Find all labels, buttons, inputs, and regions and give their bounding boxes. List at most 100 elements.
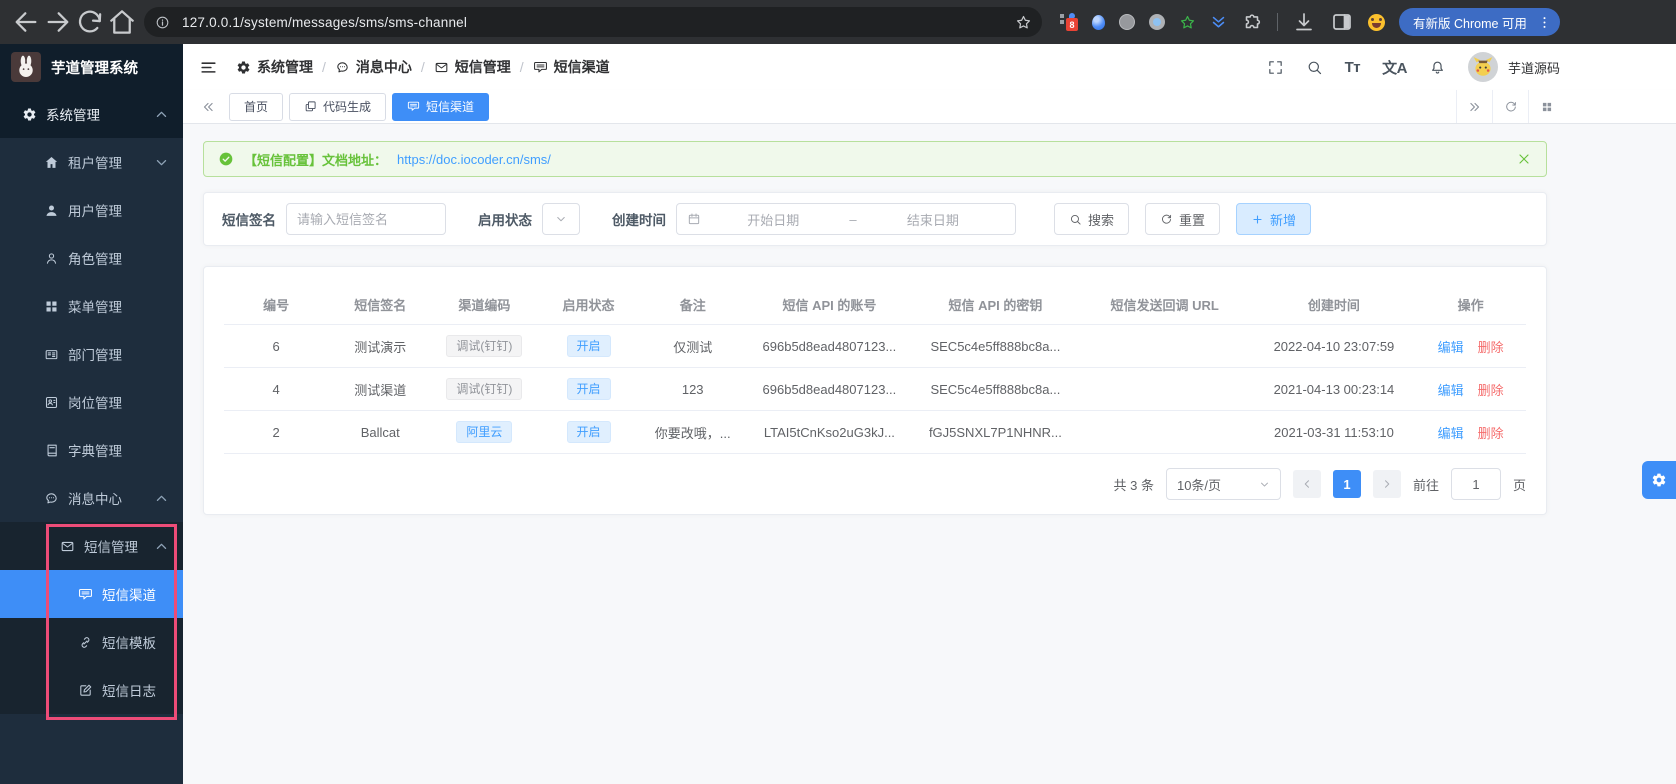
cell-ops: 编辑 删除: [1415, 367, 1526, 411]
add-button-label: 新增: [1270, 212, 1297, 228]
sidebar-item-user[interactable]: 用户管理: [0, 186, 183, 234]
sidebar-item-message-center[interactable]: 消息中心: [0, 474, 183, 522]
log-icon: [78, 683, 93, 698]
sidebar-item-label: 短信模板: [102, 636, 156, 651]
sidebar-item-role[interactable]: 角色管理: [0, 234, 183, 282]
sidebar-item-menu[interactable]: 菜单管理: [0, 282, 183, 330]
prev-page-icon[interactable]: [1292, 470, 1321, 498]
table-row: 2 Ballcat 阿里云 开启 你要改哦，... LTAI5tCnKso2uG3kJ..…: [224, 410, 1526, 454]
search-button[interactable]: 搜索: [1054, 203, 1130, 235]
edit-link[interactable]: 编辑: [1438, 340, 1464, 355]
tab-home[interactable]: 首页: [229, 92, 284, 121]
extension-balloon-icon[interactable]: [1092, 14, 1105, 30]
extension-dot-icon[interactable]: [1149, 14, 1165, 30]
delete-link[interactable]: 删除: [1478, 383, 1504, 398]
tabs-layout-icon[interactable]: [1528, 90, 1564, 123]
chrome-update-label: 有新版 Chrome 可用: [1413, 16, 1527, 31]
sidebar-item-dict[interactable]: 字典管理: [0, 426, 183, 474]
reset-button[interactable]: 重置: [1145, 203, 1221, 235]
date-range-picker[interactable]: 开始日期 – 结束日期: [676, 203, 1016, 235]
breadcrumb-item[interactable]: 短信管理: [434, 57, 511, 77]
sidebar-item-system[interactable]: 系统管理: [0, 90, 183, 138]
sidebar-item-post[interactable]: 岗位管理: [0, 378, 183, 426]
next-page-icon[interactable]: [1372, 470, 1401, 498]
hamburger-icon[interactable]: [199, 58, 218, 77]
extension-globe-icon[interactable]: [1119, 14, 1135, 30]
app-title: 芋道管理系统: [51, 60, 138, 77]
sidebar-item-dept[interactable]: 部门管理: [0, 330, 183, 378]
alert-doc-link[interactable]: https://doc.iocoder.cn/sms/: [397, 152, 551, 167]
tab-label: 代码生成: [323, 100, 372, 114]
delete-link[interactable]: 删除: [1478, 426, 1504, 441]
breadcrumb-item[interactable]: 系统管理: [236, 57, 313, 77]
font-size-icon[interactable]: Tт: [1345, 59, 1361, 76]
edit-link[interactable]: 编辑: [1438, 383, 1464, 398]
cell-sign: 测试渠道: [328, 367, 433, 411]
settings-float-button[interactable]: [1642, 461, 1676, 499]
home-icon[interactable]: [106, 6, 138, 38]
username[interactable]: 芋道源码: [1508, 58, 1560, 77]
profile-emoji-icon[interactable]: [1368, 13, 1385, 31]
date-separator: –: [849, 211, 857, 227]
extension-star-icon[interactable]: [1179, 14, 1196, 31]
tab-sms-channel[interactable]: 短信渠道: [392, 92, 490, 121]
gear-icon: [236, 60, 251, 75]
copy-icon: [304, 100, 317, 113]
sidebar-item-sms-template[interactable]: 短信模板: [0, 618, 183, 666]
status-select[interactable]: [542, 203, 580, 235]
tabs-scroll-left-icon[interactable]: [193, 90, 223, 123]
back-icon[interactable]: [10, 6, 42, 38]
bell-icon[interactable]: [1429, 59, 1446, 76]
sidebar-item-sms-log[interactable]: 短信日志: [0, 666, 183, 714]
sidebar-menu: 系统管理 租户管理 用户管理 角色管理 菜单管理 部门管理 岗位管理字典管理消息中心 短信管理…: [0, 90, 183, 784]
sidebar-item-label: 短信日志: [102, 684, 156, 699]
extension-icons: 8: [1060, 6, 1385, 38]
cell-callback: [1076, 367, 1253, 411]
column-header-remark: 备注: [640, 285, 745, 325]
breadcrumb-item[interactable]: 短信渠道: [533, 57, 610, 77]
delete-link[interactable]: 删除: [1478, 340, 1504, 355]
sign-input[interactable]: [286, 203, 446, 235]
filter-form: 短信签名 启用状态 创建时间 开始日期 – 结束日期: [203, 192, 1547, 246]
site-info-icon[interactable]: [150, 10, 174, 34]
current-page[interactable]: 1: [1332, 470, 1361, 498]
sidebar-item-sms-management[interactable]: 短信管理: [0, 522, 183, 570]
url-text: 127.0.0.1/system/messages/sms/sms-channe…: [182, 14, 468, 30]
address-bar[interactable]: 127.0.0.1/system/messages/sms/sms-channe…: [144, 7, 1042, 37]
extension-password-icon[interactable]: 8: [1060, 13, 1078, 31]
downloads-icon[interactable]: [1292, 6, 1316, 38]
alert-close-icon[interactable]: [1516, 151, 1532, 167]
menu-dots-icon[interactable]: [1537, 15, 1552, 30]
add-button[interactable]: 新增: [1236, 203, 1312, 235]
extensions-puzzle-icon[interactable]: [1241, 6, 1263, 38]
table-header-row: 编号 短信签名 渠道编码 启用状态 备注 短信 API 的账号 短信 API 的密钥 短信发送…: [224, 285, 1526, 325]
tab-codegen[interactable]: 代码生成: [289, 92, 387, 121]
cell-remark: 123: [640, 367, 745, 411]
user-avatar[interactable]: [1467, 52, 1498, 82]
tabs-scroll-right-icon[interactable]: [1456, 90, 1492, 123]
tabs-refresh-icon[interactable]: [1492, 90, 1528, 123]
cell-id: 2: [224, 410, 329, 454]
reload-icon[interactable]: [74, 6, 106, 38]
sms-icon: [407, 100, 420, 113]
forward-icon[interactable]: [42, 6, 74, 38]
sidebar-item-tenant[interactable]: 租户管理: [0, 138, 183, 186]
search-icon[interactable]: [1306, 59, 1323, 76]
fullscreen-icon[interactable]: [1267, 59, 1284, 76]
column-header-id: 编号: [224, 285, 329, 325]
gear-icon: [1651, 472, 1667, 488]
cell-code: 调试(钉钉): [432, 324, 537, 368]
sidebar-item-sms-channel[interactable]: 短信渠道: [0, 570, 183, 618]
person-icon: [44, 251, 59, 266]
extension-chevrons-icon[interactable]: [1210, 14, 1227, 31]
page-size-select[interactable]: 10条/页: [1165, 468, 1281, 500]
sidebar-item-label: 字典管理: [68, 444, 122, 459]
screen: 127.0.0.1/system/messages/sms/sms-channe…: [0, 0, 1676, 784]
edit-link[interactable]: 编辑: [1438, 426, 1464, 441]
breadcrumb-item[interactable]: 消息中心: [335, 57, 412, 77]
side-panel-icon[interactable]: [1330, 6, 1354, 38]
chrome-update-button[interactable]: 有新版 Chrome 可用: [1399, 8, 1560, 36]
bookmark-star-icon[interactable]: [1015, 14, 1032, 31]
translate-icon[interactable]: 文A: [1382, 57, 1407, 78]
goto-page-input[interactable]: [1450, 468, 1501, 500]
